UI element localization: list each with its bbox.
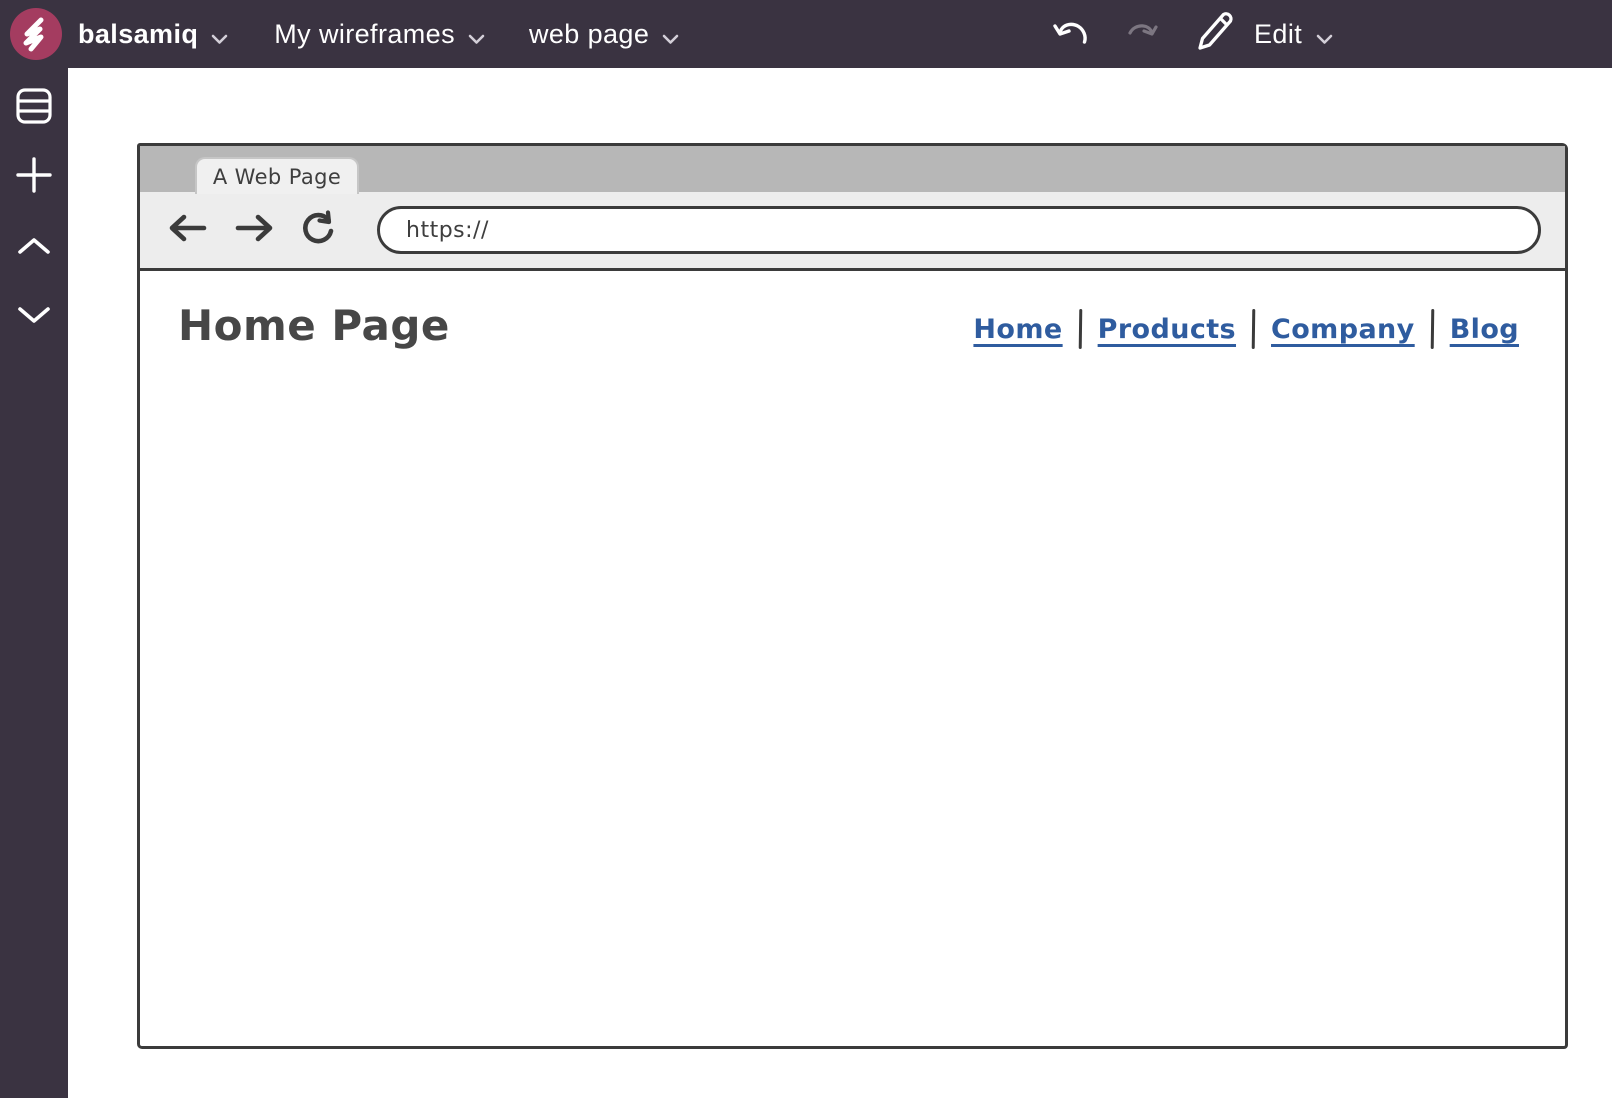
undo-button[interactable] — [1052, 16, 1092, 53]
top-app-bar: balsamiq My wireframes web page Edit — [0, 0, 1612, 68]
browser-tab-title: A Web Page — [212, 164, 342, 189]
browser-content: Home Page Home Products Company Blog — [140, 271, 1565, 350]
edit-mode-menu[interactable]: Edit — [1192, 7, 1333, 62]
page-title: Home Page — [178, 301, 450, 350]
nav-link-blog[interactable]: Blog — [1450, 314, 1519, 345]
chevron-down-icon — [468, 21, 485, 52]
left-toolbar — [0, 68, 68, 1098]
add-wireframe-button[interactable] — [15, 156, 53, 197]
nav-link-home[interactable]: Home — [973, 314, 1062, 345]
current-wireframe-menu[interactable]: web page — [529, 17, 679, 52]
wireframe-nav: Home Products Company Blog — [973, 308, 1519, 350]
scribble-icon — [10, 8, 62, 64]
chevron-down-icon — [17, 305, 51, 328]
url-input[interactable]: https:// — [377, 206, 1541, 254]
reload-arrow-icon — [299, 209, 337, 251]
arrow-left-icon — [167, 213, 209, 247]
chevron-down-icon — [1316, 21, 1333, 52]
editor-canvas[interactable]: A Web Page https:// Home Page Home Produ… — [68, 68, 1612, 1098]
balsamiq-editor: balsamiq My wireframes web page Edit A W… — [0, 0, 1612, 1098]
wireframes-project-label: My wireframes — [274, 18, 455, 49]
current-wireframe-label: web page — [528, 18, 650, 49]
nav-link-company[interactable]: Company — [1271, 314, 1415, 345]
brand-menu-label: balsamiq — [78, 18, 199, 49]
wireframes-project-menu[interactable]: My wireframes — [274, 17, 485, 52]
back-button[interactable] — [167, 213, 209, 247]
nav-separator — [1251, 308, 1256, 350]
browser-tab[interactable]: A Web Page — [195, 157, 359, 194]
forward-button[interactable] — [233, 213, 275, 247]
plus-icon — [15, 156, 53, 197]
stacked-rows-icon — [14, 86, 54, 129]
brand-menu[interactable]: balsamiq — [78, 17, 228, 52]
wireframes-panel-button[interactable] — [14, 86, 54, 129]
previous-wireframe-button[interactable] — [17, 236, 51, 259]
redo-button[interactable] — [1120, 18, 1158, 51]
nav-link-products[interactable]: Products — [1098, 314, 1236, 345]
nav-separator — [1430, 308, 1434, 350]
arrow-right-icon — [233, 213, 275, 247]
browser-toolbar: https:// — [140, 192, 1565, 271]
topbar-actions: Edit — [1052, 0, 1333, 68]
undo-arrow-icon — [1052, 16, 1092, 53]
pencil-icon — [1192, 7, 1236, 62]
balsamiq-logo[interactable] — [10, 8, 62, 60]
redo-arrow-icon — [1120, 18, 1158, 51]
chevron-down-icon — [211, 21, 228, 52]
edit-menu-label: Edit — [1254, 18, 1303, 49]
nav-separator — [1078, 308, 1082, 350]
next-wireframe-button[interactable] — [17, 305, 51, 328]
browser-titlebar: A Web Page — [140, 146, 1565, 194]
refresh-button[interactable] — [299, 209, 337, 251]
browser-window-wireframe[interactable]: A Web Page https:// Home Page Home Produ… — [137, 143, 1568, 1049]
chevron-up-icon — [17, 236, 51, 259]
url-value: https:// — [406, 217, 489, 243]
chevron-down-icon — [662, 21, 679, 52]
